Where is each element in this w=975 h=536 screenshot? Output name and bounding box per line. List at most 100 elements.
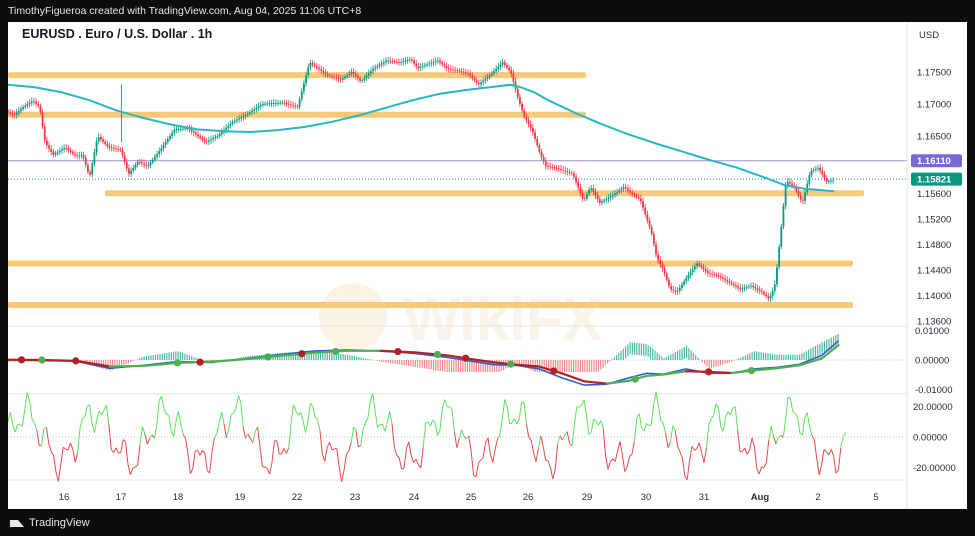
macd-histogram-bar	[322, 352, 324, 360]
macd-histogram-bar	[387, 360, 389, 363]
macd-histogram-bar	[184, 353, 186, 360]
oscillator-segment	[530, 440, 535, 453]
oscillator-segment	[533, 452, 537, 462]
candle-body	[67, 148, 70, 150]
oscillator-segment	[646, 423, 650, 427]
candle-body	[233, 120, 236, 122]
oscillator-segment	[326, 442, 331, 448]
oscillator-segment	[259, 447, 263, 467]
candle-body	[229, 123, 232, 126]
oscillator-segment	[470, 451, 475, 476]
candle-body	[501, 62, 504, 65]
macd-histogram-bar	[557, 360, 559, 372]
oscillator-segment	[444, 399, 448, 407]
oscillator-segment	[513, 418, 518, 425]
candle-body	[603, 200, 606, 202]
macd-signal-segment	[645, 373, 665, 378]
oscillator-segment	[290, 404, 295, 422]
price-pane[interactable]: EURUSD . Euro / U.S. Dollar . 1h	[8, 27, 907, 308]
macd-histogram-bar	[593, 360, 595, 372]
oscillator-segment	[751, 437, 755, 447]
oscillator-segment	[199, 450, 203, 456]
candle-body	[162, 145, 165, 149]
attribution-bar: TimothyFigueroa created with TradingView…	[0, 0, 975, 22]
oscillator-segment	[343, 454, 347, 471]
oscillator-pane[interactable]	[8, 392, 907, 482]
time-axis[interactable]: 16 17 18 19 22 23 24 25 26 29 30 31 Aug 2 5	[59, 492, 879, 503]
oscillator-segment	[441, 399, 446, 408]
macd-histogram-bar	[780, 354, 783, 360]
candle-body	[216, 135, 219, 138]
oscillator-segment	[353, 426, 357, 431]
candle-body	[527, 120, 530, 125]
candle-body	[242, 116, 245, 118]
macd-signal-segment	[605, 379, 631, 385]
macd-histogram-bar	[699, 359, 701, 361]
candle-body	[791, 183, 793, 186]
macd-histogram-bar	[765, 352, 767, 360]
price-axis[interactable]: USD 1.175001.170001.165001.156001.152001…	[911, 30, 962, 474]
macd-histogram-bar	[722, 360, 724, 365]
macd-histogram-bar	[417, 360, 419, 368]
macd-histogram-bar	[139, 358, 141, 360]
candle-body	[817, 167, 819, 169]
macd-histogram-bar	[636, 342, 638, 355]
candle-body	[590, 188, 593, 190]
oscillator-tick-label: 0.00000	[913, 433, 947, 444]
candle-body	[581, 192, 584, 199]
oscillator-segment	[302, 421, 307, 433]
candle-body	[812, 169, 815, 171]
macd-histogram-bar	[658, 354, 661, 360]
candle-body	[315, 66, 318, 68]
macd-histogram-bar	[606, 360, 609, 364]
oscillator-segment	[372, 393, 376, 412]
candle-body	[767, 296, 770, 299]
candle-body	[339, 78, 342, 80]
macd-histogram-bar	[392, 360, 394, 364]
macd-histogram-bar	[692, 352, 694, 360]
candle-body	[512, 73, 515, 82]
candle-body	[58, 150, 61, 153]
macd-histogram-bar	[615, 355, 618, 360]
candle-body	[598, 199, 601, 203]
oscillator-segment	[629, 453, 633, 457]
candle-body	[454, 69, 457, 71]
oscillator-segment	[247, 433, 251, 439]
oscillator-segment	[33, 422, 38, 431]
oscillator-segment	[391, 423, 395, 448]
oscillator-segment	[381, 424, 386, 432]
time-tick-label: Aug	[751, 492, 770, 503]
oscillator-segment	[242, 427, 247, 439]
macd-histogram-bar	[152, 355, 154, 360]
candle-body	[156, 153, 158, 157]
macd-histogram-bar	[756, 351, 758, 360]
oscillator-segment	[132, 466, 136, 469]
macd-cross-dot	[332, 347, 340, 356]
chart-canvas[interactable]: WikiFX EURUSD . Euro / U.S. Dollar . 1h	[8, 22, 967, 509]
macd-histogram-bar	[360, 357, 362, 360]
macd-histogram-bar	[823, 341, 826, 354]
oscillator-segment	[648, 424, 652, 427]
macd-histogram-bar	[134, 360, 136, 361]
candle-body	[257, 106, 260, 108]
candle-body	[249, 112, 251, 114]
oscillator-segment	[559, 435, 563, 441]
candle-body	[300, 91, 303, 100]
macd-histogram-bar	[430, 360, 432, 370]
oscillator-segment	[694, 448, 698, 451]
oscillator-segment	[305, 420, 309, 433]
oscillator-segment	[329, 442, 333, 451]
macd-cross-dot	[173, 359, 182, 367]
macd-histogram-bar	[419, 360, 421, 368]
macd-histogram-bar	[604, 360, 606, 366]
oscillator-segment	[233, 407, 237, 414]
candle-body	[469, 73, 472, 76]
oscillator-segment	[141, 426, 146, 434]
chart-frame[interactable]: WikiFX EURUSD . Euro / U.S. Dollar . 1h	[8, 22, 967, 509]
candle-body	[207, 140, 210, 142]
candle-body	[588, 189, 590, 195]
candle-body	[482, 80, 485, 83]
candle-body	[823, 174, 826, 179]
macd-histogram-bar	[597, 360, 600, 372]
oscillator-segment	[72, 449, 76, 463]
